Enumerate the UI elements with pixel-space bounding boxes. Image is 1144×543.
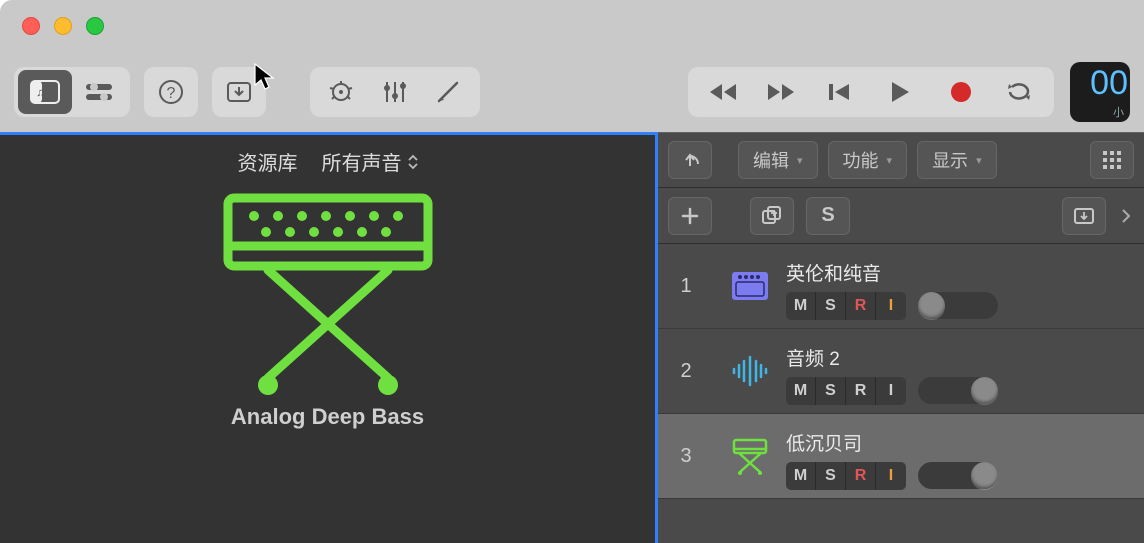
main-toolbar: ♫ ? (0, 52, 1144, 132)
window-titlebar (0, 0, 1144, 52)
input-monitor-button[interactable]: I (876, 462, 906, 490)
volume-knob[interactable] (971, 462, 998, 489)
chevron-down-icon: ▾ (797, 154, 803, 167)
global-solo-button[interactable]: S (806, 197, 850, 235)
smart-controls-button[interactable] (314, 70, 368, 114)
function-menu-label: 功能 (843, 147, 879, 173)
track-list: 1 英伦和纯音 M S R I 2 音频 2 M S R (658, 244, 1144, 499)
help-button[interactable]: ? (144, 67, 198, 117)
input-monitor-button[interactable]: I (876, 377, 906, 405)
library-title: 资源库 (238, 147, 298, 176)
volume-slider[interactable] (918, 292, 998, 319)
edit-menu[interactable]: 编辑 ▾ (738, 141, 818, 179)
function-menu[interactable]: 功能 ▾ (828, 141, 908, 179)
tracks-tools: S (658, 188, 1144, 244)
mute-button[interactable]: M (786, 377, 816, 405)
patch-name: Analog Deep Bass (0, 404, 655, 430)
lcd-sublabel: 小 (1113, 104, 1124, 120)
library-filter-label: 所有声音 (322, 147, 402, 176)
back-nav-button[interactable] (668, 141, 712, 179)
track-icon[interactable] (714, 349, 786, 393)
tracks-panel: 编辑 ▾ 功能 ▾ 显示 ▾ S 1 (658, 132, 1144, 543)
window-close-button[interactable] (22, 17, 40, 35)
editor-button[interactable] (422, 70, 476, 114)
record-enable-button[interactable]: R (846, 462, 876, 490)
input-monitor-button[interactable]: I (876, 292, 906, 320)
forward-button[interactable] (752, 70, 810, 114)
lcd-digits: 00 (1090, 64, 1128, 103)
window-minimize-button[interactable] (54, 17, 72, 35)
play-button[interactable] (868, 70, 932, 114)
updown-icon (408, 154, 418, 170)
track-name[interactable]: 英伦和纯音 (786, 259, 1144, 286)
duplicate-track-button[interactable] (750, 197, 794, 235)
transport-controls (688, 67, 1054, 117)
cycle-button[interactable] (990, 70, 1048, 114)
record-enable-button[interactable]: R (846, 377, 876, 405)
chevron-down-icon: ▾ (887, 154, 893, 167)
library-button[interactable]: ♫ (18, 70, 72, 114)
tracks-header: 编辑 ▾ 功能 ▾ 显示 ▾ (658, 132, 1144, 188)
track-row[interactable]: 2 音频 2 M S R I (658, 329, 1144, 414)
track-msri-group: M S R I (786, 377, 906, 405)
solo-button[interactable]: S (816, 292, 846, 320)
library-filter-dropdown[interactable]: 所有声音 (322, 147, 418, 176)
volume-knob[interactable] (918, 292, 945, 319)
volume-slider[interactable] (918, 377, 998, 404)
edit-menu-label: 编辑 (753, 147, 789, 173)
grid-button[interactable] (1090, 141, 1134, 179)
rewind-button[interactable] (694, 70, 752, 114)
display-menu[interactable]: 显示 ▾ (917, 141, 997, 179)
download-button[interactable] (212, 67, 266, 117)
track-row[interactable]: 3 低沉贝司 M S R I (658, 414, 1144, 499)
go-to-start-button[interactable] (810, 70, 868, 114)
mute-button[interactable]: M (786, 292, 816, 320)
display-menu-label: 显示 (932, 147, 968, 173)
add-track-button[interactable] (668, 197, 712, 235)
mute-button[interactable]: M (786, 462, 816, 490)
solo-button[interactable]: S (816, 377, 846, 405)
track-icon[interactable] (714, 264, 786, 308)
record-button[interactable] (932, 70, 990, 114)
patch-icon (0, 190, 655, 400)
solo-label: S (821, 204, 834, 227)
library-panel: 资源库 所有声音 (0, 132, 658, 543)
mixer-button[interactable] (368, 70, 422, 114)
volume-knob[interactable] (971, 377, 998, 404)
record-enable-button[interactable]: R (846, 292, 876, 320)
track-row[interactable]: 1 英伦和纯音 M S R I (658, 244, 1144, 329)
window-zoom-button[interactable] (86, 17, 104, 35)
track-name[interactable]: 低沉贝司 (786, 429, 1144, 456)
chevron-down-icon: ▾ (976, 154, 982, 167)
track-number: 3 (658, 445, 714, 468)
track-msri-group: M S R I (786, 462, 906, 490)
catch-playhead-button[interactable] (1062, 197, 1106, 235)
track-number: 2 (658, 360, 714, 383)
svg-text:?: ? (167, 85, 176, 102)
solo-button[interactable]: S (816, 462, 846, 490)
svg-text:♫: ♫ (36, 85, 45, 99)
track-msri-group: M S R I (786, 292, 906, 320)
expand-arrow-icon[interactable] (1118, 207, 1134, 225)
volume-slider[interactable] (918, 462, 998, 489)
track-icon[interactable] (714, 434, 786, 478)
track-name[interactable]: 音频 2 (786, 344, 1144, 371)
lcd-display[interactable]: 00 小 (1070, 62, 1130, 122)
inspector-button[interactable] (72, 70, 126, 114)
track-number: 1 (658, 275, 714, 298)
